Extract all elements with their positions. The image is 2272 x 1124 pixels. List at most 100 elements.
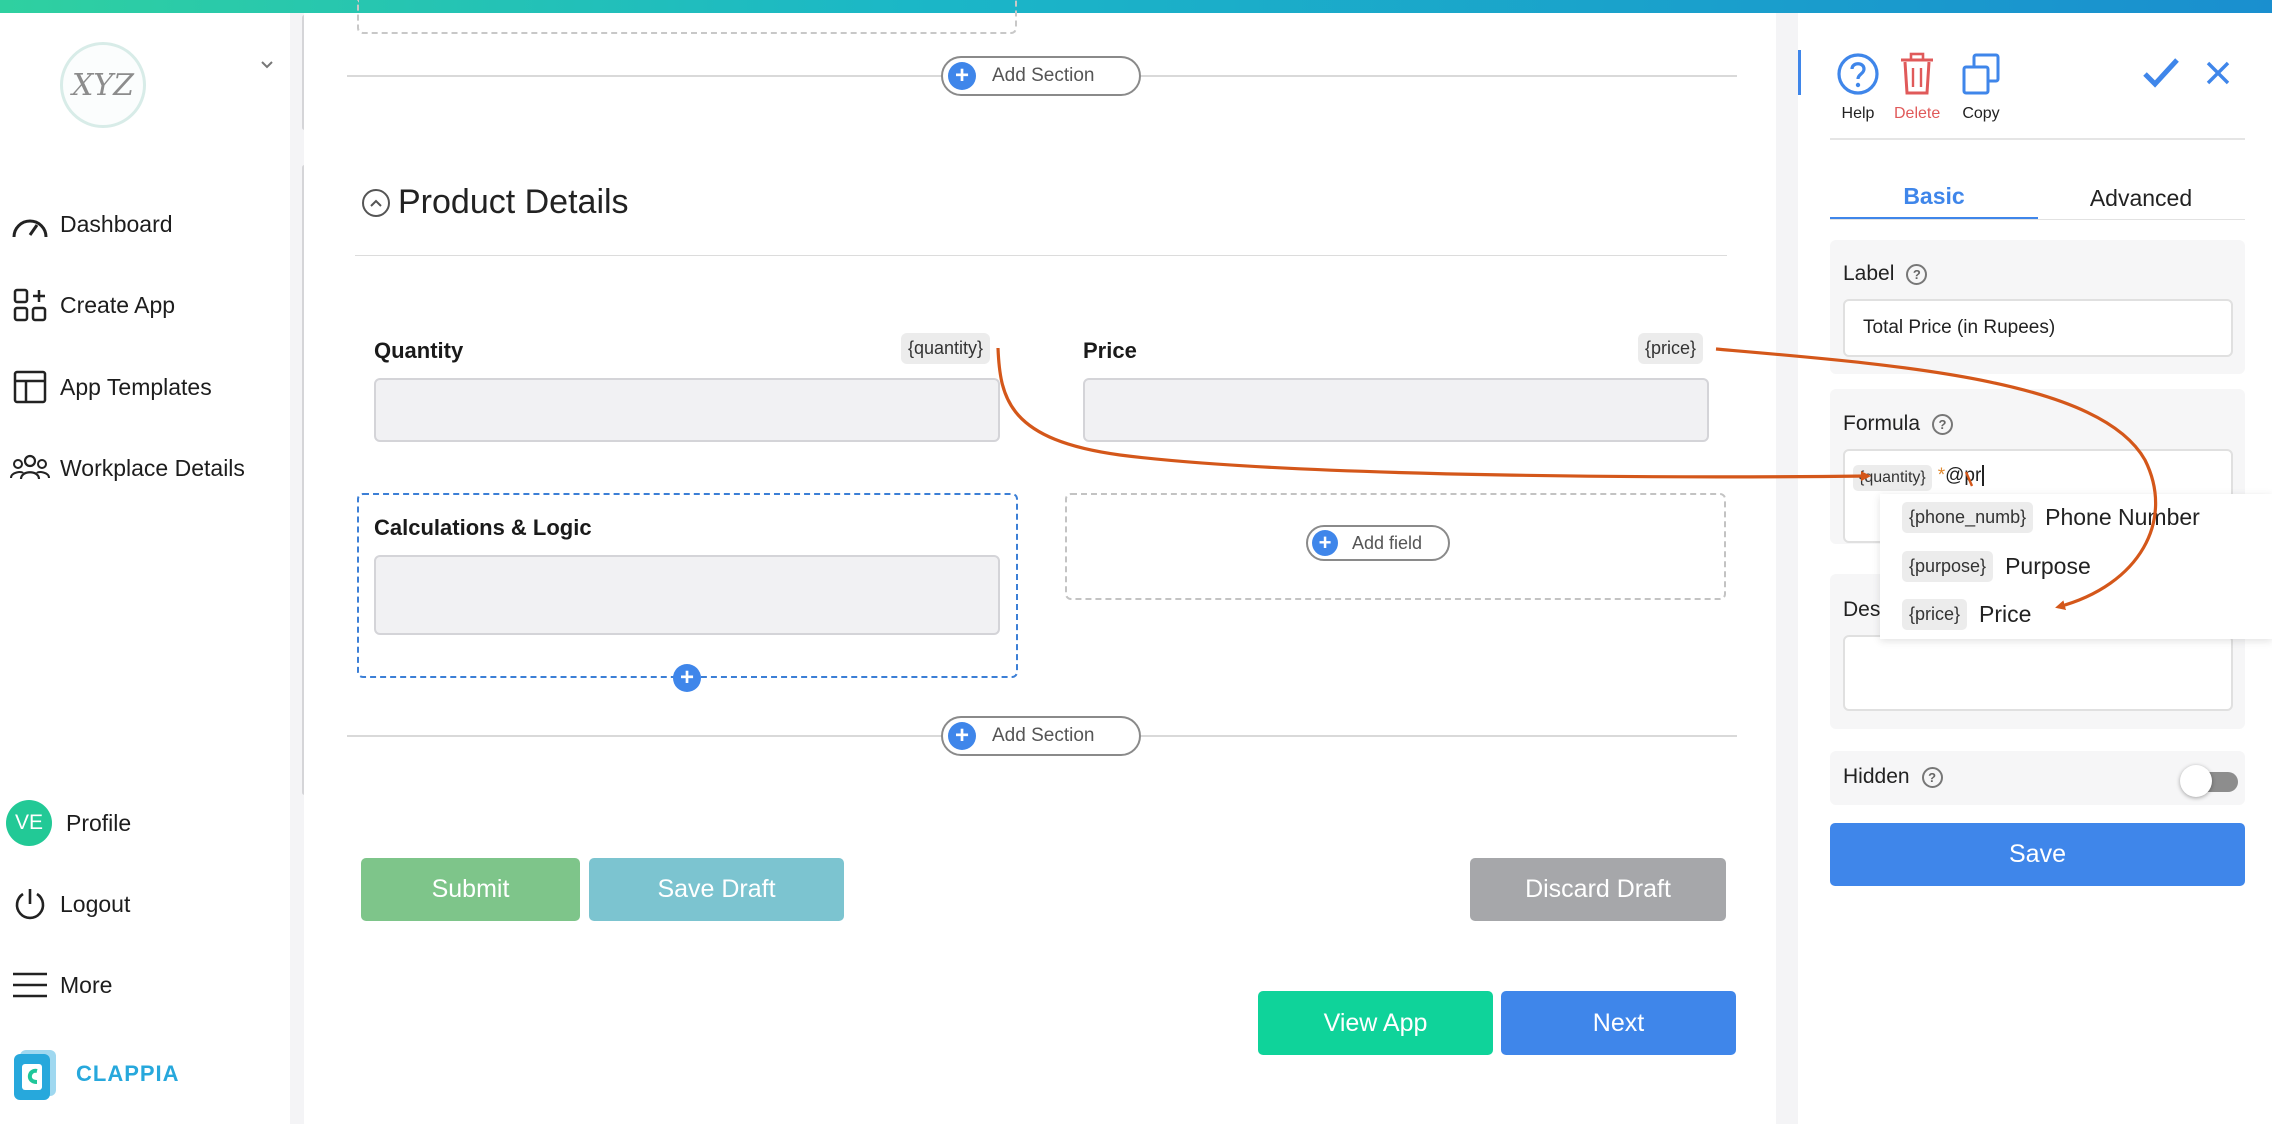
top-gradient-bar [0, 0, 2272, 13]
collapse-chevron-icon[interactable] [362, 188, 390, 217]
description-property-title: Des [1843, 598, 1881, 621]
help-label: Help [1841, 105, 1875, 122]
suggestion-label: Price [1979, 601, 2032, 627]
suggestion-price[interactable]: {price} Price [1902, 599, 2031, 630]
description-input[interactable] [1843, 635, 2233, 711]
help-button[interactable]: Help [1836, 52, 1880, 123]
suggestion-label: Purpose [2005, 553, 2091, 579]
hidden-title-text: Hidden [1843, 765, 1910, 788]
add-field-button[interactable]: + Add field [1306, 525, 1450, 561]
hidden-property-title: Hidden ? [1843, 765, 1943, 789]
grid-plus-icon [0, 280, 60, 330]
speedometer-icon [0, 199, 60, 249]
help-question-icon[interactable]: ? [1932, 413, 1954, 435]
label-input[interactable]: Total Price (in Rupees) [1843, 299, 2233, 357]
copy-icon [1961, 52, 2001, 101]
sidebar-item-workplace-details[interactable]: Workplace Details [0, 443, 245, 493]
insert-field-plus-icon[interactable]: + [673, 664, 701, 692]
submit-button[interactable]: Submit [361, 858, 580, 921]
power-icon [0, 879, 60, 929]
plus-icon: + [948, 62, 976, 90]
delete-button[interactable]: Delete [1894, 52, 1940, 123]
calculations-input[interactable] [374, 555, 1000, 635]
suggestion-purpose[interactable]: {purpose} Purpose [1902, 551, 2091, 582]
sidebar-item-logout[interactable]: Logout [0, 879, 130, 929]
copy-button[interactable]: Copy [1961, 52, 2001, 123]
suggestion-phone-number[interactable]: {phone_numb} Phone Number [1902, 502, 2200, 533]
panel-toolbar-divider [1830, 138, 2245, 140]
add-section-label: Add Section [992, 65, 1095, 86]
suggestion-tag: {price} [1902, 599, 1968, 630]
section-header: Product Details [362, 183, 629, 222]
brand-name: CLAPPIA [76, 1061, 180, 1086]
plus-icon: + [1312, 530, 1338, 556]
discard-draft-button[interactable]: Discard Draft [1470, 858, 1726, 921]
tab-basic[interactable]: Basic [1830, 176, 2038, 220]
users-icon [0, 443, 60, 493]
calculations-label: Calculations & Logic [374, 515, 592, 540]
trash-icon [1898, 52, 1936, 101]
suggestion-label: Phone Number [2045, 504, 2200, 530]
formula-typed-text: *@pr [1938, 465, 1985, 487]
checkmark-confirm-icon[interactable] [2141, 56, 2181, 90]
label-title-text: Label [1843, 262, 1895, 285]
add-section-button[interactable]: + Add Section [941, 716, 1141, 756]
price-input[interactable] [1083, 378, 1709, 442]
save-draft-button[interactable]: Save Draft [589, 858, 844, 921]
close-icon[interactable] [2205, 60, 2231, 86]
avatar: VE [6, 800, 52, 846]
sidebar [0, 13, 290, 1124]
suggestion-tag: {purpose} [1902, 551, 1994, 582]
view-app-button[interactable]: View App [1258, 991, 1493, 1055]
clappia-logo-icon [10, 1048, 60, 1100]
add-section-label: Add Section [992, 725, 1095, 746]
quantity-input[interactable] [374, 378, 1000, 442]
delete-label: Delete [1894, 105, 1941, 122]
sidebar-item-dashboard[interactable]: Dashboard [0, 199, 173, 249]
help-circle-icon [1836, 52, 1880, 101]
section-title-divider [355, 255, 1727, 256]
brand-footer: CLAPPIA [10, 1048, 180, 1100]
canvas-right-gutter [1776, 13, 1798, 1124]
sidebar-item-label: App Templates [60, 373, 212, 400]
help-question-icon[interactable]: ? [1906, 263, 1928, 285]
formula-property-title: Formula ? [1843, 412, 1954, 436]
sidebar-item-label: Logout [60, 890, 131, 917]
formula-suggestions-dropdown: {phone_numb} Phone Number {purpose} Purp… [1880, 494, 2272, 639]
section-title: Product Details [398, 183, 629, 221]
sidebar-item-profile[interactable]: VE Profile [0, 798, 131, 848]
save-button[interactable]: Save [1830, 823, 2245, 886]
hamburger-menu-icon [0, 960, 60, 1010]
add-section-button[interactable]: + Add Section [941, 56, 1141, 96]
hidden-toggle[interactable] [2180, 765, 2240, 797]
sidebar-item-label: Create App [60, 291, 176, 318]
add-field-label: Add field [1352, 532, 1423, 553]
copy-label: Copy [1962, 105, 2000, 122]
quantity-label: Quantity [374, 338, 464, 363]
sidebar-item-label: More [60, 971, 113, 998]
toggle-knob [2180, 765, 2212, 797]
help-question-icon[interactable]: ? [1921, 766, 1943, 788]
suggestion-tag: {phone_numb} [1902, 502, 2034, 533]
tab-underline [1830, 219, 2245, 220]
price-label: Price [1083, 338, 1137, 363]
formula-variable-tag: {quantity} [1853, 465, 1932, 491]
label-input-value: Total Price (in Rupees) [1863, 317, 2056, 338]
sidebar-item-label: Profile [66, 809, 132, 836]
tab-advanced[interactable]: Advanced [2037, 176, 2245, 220]
quantity-variable-tag: {quantity} [901, 333, 991, 364]
label-property-title: Label ? [1843, 262, 1928, 286]
previous-section-box [357, 0, 1017, 34]
plus-icon: + [948, 722, 976, 750]
panel-accent-bar [1798, 50, 1801, 95]
formula-title-text: Formula [1843, 412, 1921, 435]
sidebar-item-label: Workplace Details [60, 454, 245, 481]
sidebar-item-label: Dashboard [60, 210, 173, 237]
sidebar-item-app-templates[interactable]: App Templates [0, 362, 212, 412]
sidebar-item-create-app[interactable]: Create App [0, 280, 175, 330]
chevron-down-icon[interactable] [258, 55, 276, 73]
workspace-logo-text: XYZ [71, 67, 134, 103]
sidebar-item-more[interactable]: More [0, 960, 112, 1010]
next-button[interactable]: Next [1501, 991, 1736, 1055]
workspace-logo[interactable]: XYZ [60, 42, 146, 128]
